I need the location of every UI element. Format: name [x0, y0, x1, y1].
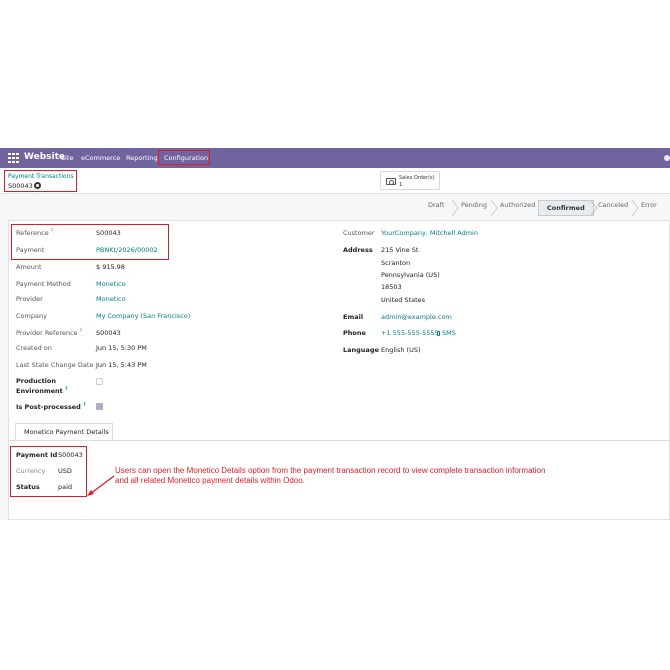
status-bar: Draft Pending Authorized Confirmed Cance… — [0, 194, 670, 220]
breadcrumb: Payment Transactions S00043 — [4, 170, 77, 192]
customer-label: Customer — [343, 229, 375, 237]
address-label: Address — [343, 246, 373, 254]
payment-link[interactable]: PBNKt/2026/00002 — [96, 246, 158, 254]
stage-draft[interactable]: Draft — [428, 201, 444, 215]
address-line: United States — [381, 296, 426, 304]
stage-canceled[interactable]: Canceled — [598, 201, 628, 215]
payment-id-value: S00043 — [58, 451, 83, 459]
mobile-icon — [437, 330, 440, 336]
address-line: 18503 — [381, 283, 402, 291]
created-on-label: Created on — [16, 344, 52, 352]
created-on-value: Jun 15, 5:30 PM — [96, 344, 147, 352]
amount-label: Amount — [16, 263, 42, 271]
phone-link[interactable]: +1 555-555-5555 — [381, 329, 439, 337]
provider-label: Provider — [16, 295, 43, 303]
post-processed-label: Is Post-processed ? — [16, 403, 86, 411]
smart-button-count: 1 — [399, 182, 403, 188]
chat-icon[interactable] — [664, 155, 670, 161]
last-state-change-value: Jun 15, 5:43 PM — [96, 361, 147, 369]
last-state-change-label: Last State Change Date — [16, 361, 94, 369]
annotation-arrow — [87, 475, 115, 496]
sales-orders-smart-button[interactable]: Sales Order(s) 1 — [380, 171, 440, 190]
control-panel: Payment Transactions S00043 Sales Order(… — [0, 168, 670, 194]
stage-confirmed[interactable]: Confirmed — [538, 200, 594, 216]
address-line: Pennsylvania (US) — [381, 271, 440, 279]
stage-separator — [490, 200, 498, 216]
company-link[interactable]: My Company (San Francisco) — [96, 312, 190, 320]
breadcrumb-parent[interactable]: Payment Transactions — [8, 173, 74, 180]
stage-error[interactable]: Error — [641, 201, 657, 215]
address-line: 215 Vine St — [381, 246, 419, 254]
payment-method-link[interactable]: Monetico — [96, 280, 126, 288]
currency-label: Currency — [16, 467, 46, 475]
stage-pending[interactable]: Pending — [461, 201, 487, 215]
top-navbar: Website Site eCommerce Reporting Configu… — [0, 148, 670, 168]
payment-method-label: Payment Method — [16, 280, 71, 288]
menu-ecommerce[interactable]: eCommerce — [81, 154, 120, 162]
phone-label: Phone — [343, 329, 366, 337]
address-line: Scranton — [381, 259, 411, 267]
post-processed-checkbox[interactable] — [96, 403, 103, 410]
provider-reference-label: Provider Reference ? — [16, 329, 83, 337]
provider-reference-value: S00043 — [96, 329, 121, 337]
payment-id-label: Payment Id — [16, 451, 58, 459]
configuration-highlight — [158, 150, 210, 165]
email-label: Email — [343, 313, 364, 321]
app-name[interactable]: Website — [24, 152, 65, 162]
money-icon — [386, 178, 396, 185]
stage-authorized[interactable]: Authorized — [500, 201, 535, 215]
production-environment-checkbox[interactable] — [96, 378, 103, 385]
status-value: paid — [58, 483, 73, 491]
breadcrumb-current: S00043 — [8, 182, 33, 190]
stage-separator — [451, 200, 459, 216]
email-link[interactable]: admin@example.com — [381, 313, 452, 321]
language-label: Language — [343, 346, 379, 354]
menu-reporting[interactable]: Reporting — [126, 154, 158, 162]
sms-button[interactable]: SMS — [437, 329, 456, 337]
customer-link[interactable]: YourCompany, Mitchell Admin — [381, 229, 478, 237]
currency-value: USD — [58, 467, 72, 475]
apps-menu-icon[interactable] — [8, 153, 19, 163]
tab-monetico-payment-details[interactable]: Monetico Payment Details — [15, 423, 113, 440]
annotation-text: Users can open the Monetico Details opti… — [115, 466, 546, 485]
language-value: English (US) — [381, 346, 421, 354]
reference-label: Reference ? — [16, 229, 54, 237]
provider-link[interactable]: Monetico — [96, 295, 126, 303]
status-label: Status — [16, 483, 40, 491]
company-label: Company — [16, 312, 47, 320]
gear-icon[interactable] — [34, 182, 41, 189]
payment-label: Payment — [16, 246, 45, 254]
stage-separator — [631, 200, 639, 216]
amount-value: $ 915.98 — [96, 263, 125, 271]
menu-site[interactable]: Site — [61, 154, 73, 162]
tab-divider — [8, 440, 670, 441]
environment-label: Environment ? — [16, 387, 68, 395]
smart-button-label: Sales Order(s) — [399, 175, 435, 181]
reference-value: S00043 — [96, 229, 121, 237]
production-label: Production — [16, 377, 56, 385]
